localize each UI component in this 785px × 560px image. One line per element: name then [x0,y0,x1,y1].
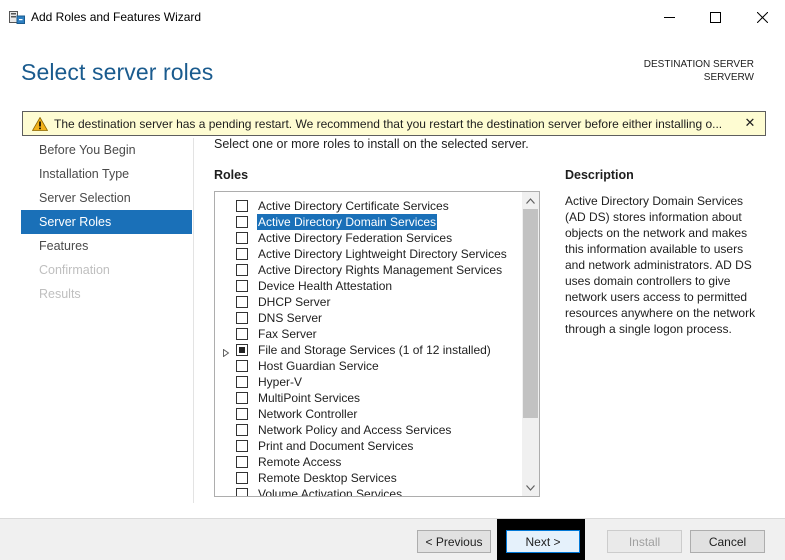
role-checkbox[interactable] [236,488,248,496]
role-checkbox[interactable] [236,440,248,452]
destination-server-value: SERVERW [703,72,754,83]
role-label: Volume Activation Services [258,487,403,497]
warning-icon [31,116,49,131]
role-checkbox[interactable] [236,472,248,484]
install-button: Install [607,530,682,553]
role-checkbox[interactable] [236,456,248,468]
roles-scrollbar[interactable] [522,192,539,496]
role-label: Fax Server [258,327,317,341]
role-label: Network Policy and Access Services [258,423,452,437]
role-row[interactable]: Hyper-V [215,374,522,390]
roles-list: Active Directory Certificate Services Ac… [215,198,522,497]
previous-button[interactable]: < Previous [417,530,491,553]
role-label: Print and Document Services [258,439,414,453]
instruction-text: Select one or more roles to install on t… [214,137,529,151]
role-row[interactable]: DNS Server [215,310,522,326]
nav-item-before-you-begin[interactable]: Before You Begin [21,138,192,162]
role-row[interactable]: Remote Desktop Services [215,470,522,486]
pending-restart-warning: The destination server has a pending res… [22,111,766,136]
next-button[interactable]: Next > [506,530,580,553]
title-bar: Add Roles and Features Wizard [0,0,785,34]
role-label-selected: Active Directory Domain Services [257,214,438,230]
role-checkbox[interactable] [236,312,248,324]
role-checkbox[interactable] [236,328,248,340]
window-title: Add Roles and Features Wizard [31,10,202,24]
role-label: Remote Access [258,455,342,469]
role-checkbox[interactable] [236,264,248,276]
role-label: Active Directory Certificate Services [258,199,449,213]
role-row[interactable]: Active Directory Lightweight Directory S… [215,246,522,262]
page-title: Select server roles [21,59,214,85]
cancel-button[interactable]: Cancel [690,530,765,553]
nav-item-features[interactable]: Features [21,234,192,258]
role-row[interactable]: MultiPoint Services [215,390,522,406]
role-row[interactable]: Fax Server [215,326,522,342]
role-row[interactable]: Network Controller [215,406,522,422]
role-row[interactable]: Active Directory Federation Services [215,230,522,246]
nav-item-confirmation: Confirmation [39,263,110,277]
role-label: Active Directory Rights Management Servi… [258,263,503,277]
role-row[interactable]: Active Directory Certificate Services [215,198,522,214]
role-checkbox[interactable] [236,280,248,292]
wizard-button-bar: < Previous Next > Install Cancel [0,518,785,560]
role-label: MultiPoint Services [258,391,361,405]
role-row[interactable]: Active Directory Rights Management Servi… [215,262,522,278]
description-text: Active Directory Domain Services (AD DS)… [565,194,756,336]
role-row[interactable]: Network Policy and Access Services [215,422,522,438]
nav-item-server-selection[interactable]: Server Selection [21,186,192,210]
dismiss-warning-icon[interactable]: ✕ [741,114,759,132]
expand-arrow-icon[interactable] [222,346,230,358]
role-label: Hyper-V [258,375,303,389]
role-checkbox[interactable] [236,200,248,212]
nav-item-installation-type[interactable]: Installation Type [21,162,192,186]
role-checkbox[interactable] [236,360,248,372]
nav-divider [193,138,194,503]
scrollbar-thumb[interactable] [523,209,538,418]
role-row[interactable]: Volume Activation Services [215,486,522,497]
role-checkbox-partial[interactable] [236,344,248,356]
role-row[interactable]: File and Storage Services (1 of 12 insta… [215,342,522,358]
role-row[interactable]: Host Guardian Service [215,358,522,374]
maximize-icon[interactable] [692,0,738,34]
wizard-nav: Before You Begin Installation Type Serve… [21,138,192,306]
role-label: File and Storage Services (1 of 12 insta… [258,343,491,357]
nav-item-server-roles[interactable]: Server Roles [21,210,192,234]
role-checkbox[interactable] [236,424,248,436]
role-checkbox[interactable] [236,232,248,244]
role-label: DHCP Server [258,295,331,309]
warning-text: The destination server has a pending res… [54,117,723,131]
nav-item-results: Results [39,287,81,301]
scroll-up-icon[interactable] [522,192,539,209]
roles-heading: Roles [214,168,249,182]
role-checkbox[interactable] [236,296,248,308]
minimize-icon[interactable] [646,0,692,34]
role-label: DNS Server [258,311,323,325]
role-row[interactable]: DHCP Server [215,294,522,310]
role-label: Device Health Attestation [258,279,393,293]
role-label: Remote Desktop Services [258,471,397,485]
scroll-down-icon[interactable] [522,479,539,496]
close-icon[interactable] [739,0,785,34]
role-row[interactable]: Active Directory Domain Services [215,214,522,230]
role-label: Active Directory Lightweight Directory S… [258,247,507,261]
role-label: Active Directory Federation Services [258,231,453,245]
role-label: Host Guardian Service [258,359,379,373]
roles-list-box: Active Directory Certificate Services Ac… [214,191,540,497]
role-checkbox[interactable] [236,216,248,228]
destination-server-label: DESTINATION SERVER [643,59,754,70]
role-row[interactable]: Remote Access [215,454,522,470]
role-checkbox[interactable] [236,376,248,388]
role-checkbox[interactable] [236,392,248,404]
description-heading: Description [565,168,634,182]
role-label: Network Controller [258,407,358,421]
role-checkbox[interactable] [236,248,248,260]
role-row[interactable]: Print and Document Services [215,438,522,454]
server-manager-icon [9,10,25,24]
role-row[interactable]: Device Health Attestation [215,278,522,294]
role-checkbox[interactable] [236,408,248,420]
